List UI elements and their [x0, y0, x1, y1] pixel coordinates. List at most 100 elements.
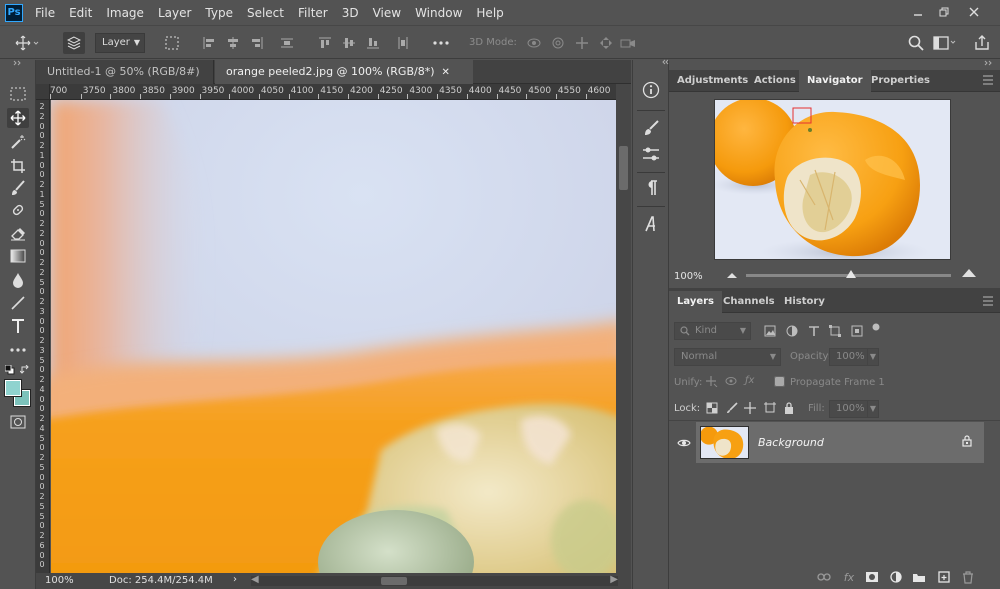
align-right-icon[interactable] [248, 32, 266, 54]
more-options-icon[interactable] [430, 32, 452, 54]
layer-lock-icon[interactable] [962, 435, 972, 447]
tab-orange-peeled2[interactable]: orange peeled2.jpg @ 100% (RGB/8*) ✕ [215, 60, 473, 84]
restore-icon[interactable] [934, 2, 954, 22]
link-layers-icon[interactable] [817, 570, 831, 584]
tab-actions[interactable]: Actions [746, 70, 804, 92]
unify-style-icon[interactable]: ƒx [745, 375, 754, 386]
canvas-vertical-scrollbar[interactable] [616, 84, 631, 573]
horizontal-scroll-thumb[interactable] [381, 577, 407, 585]
menu-layer[interactable]: Layer [158, 6, 191, 20]
filter-shape-layer-icon[interactable] [829, 325, 841, 337]
show-transform-controls-icon[interactable] [162, 32, 182, 54]
expand-panels-icon[interactable] [661, 59, 669, 67]
search-icon[interactable] [906, 32, 926, 54]
unify-position-icon[interactable] [704, 375, 718, 387]
propagate-frame-checkbox[interactable] [774, 376, 785, 387]
distribute-horizontal-icon[interactable] [278, 32, 296, 54]
tab-adjustments[interactable]: Adjustments [669, 70, 756, 92]
filter-toggle-icon[interactable] [871, 322, 881, 332]
edit-toolbar-icon[interactable] [7, 340, 29, 360]
close-tab-icon[interactable]: ✕ [442, 67, 450, 78]
filter-pixel-layer-icon[interactable] [764, 325, 776, 337]
new-adjustment-layer-icon[interactable] [889, 570, 903, 584]
align-left-icon[interactable] [200, 32, 218, 54]
crop-tool-icon[interactable] [7, 156, 29, 176]
lock-transparent-pixels-icon[interactable] [706, 402, 718, 414]
layer-row-background[interactable]: Background [696, 422, 984, 463]
tab-navigator[interactable]: Navigator [799, 70, 871, 92]
menu-file[interactable]: File [35, 6, 55, 20]
vertical-scroll-thumb[interactable] [619, 146, 628, 190]
blend-mode-select[interactable]: Normal ▼ [674, 348, 781, 366]
ruler-origin[interactable] [36, 84, 50, 100]
align-center-icon[interactable] [224, 32, 242, 54]
layer-style-icon[interactable]: fx [842, 570, 856, 584]
filter-adjustment-layer-icon[interactable] [786, 325, 798, 337]
add-layer-mask-icon[interactable] [865, 570, 879, 584]
3d-camera-icon[interactable] [618, 32, 638, 54]
zoom-in-icon[interactable] [961, 268, 977, 278]
menu-edit[interactable]: Edit [69, 6, 92, 20]
glyphs-panel-icon[interactable] [639, 212, 663, 236]
navigator-zoom-slider[interactable] [746, 270, 951, 278]
collapse-toolbar-icon[interactable] [7, 58, 29, 68]
workspace-switcher-icon[interactable] [932, 32, 958, 54]
align-bottom-icon[interactable] [364, 32, 382, 54]
3d-roll-icon[interactable] [548, 32, 568, 54]
filter-smart-object-icon[interactable] [851, 325, 863, 337]
close-window-icon[interactable] [964, 2, 984, 22]
minimize-icon[interactable] [908, 2, 928, 22]
default-colors-icon[interactable] [5, 365, 15, 375]
tab-history[interactable]: History [776, 291, 833, 313]
collapse-dock-icon[interactable] [984, 60, 994, 66]
auto-select-icon[interactable] [63, 32, 85, 54]
navigator-thumbnail[interactable] [714, 99, 951, 260]
menu-window[interactable]: Window [415, 6, 462, 20]
new-layer-icon[interactable] [937, 570, 951, 584]
swap-colors-icon[interactable] [20, 365, 30, 375]
new-group-icon[interactable] [912, 570, 926, 584]
lock-image-pixels-icon[interactable] [726, 402, 738, 414]
navigator-zoom-value[interactable]: 100% [674, 271, 703, 282]
fill-input[interactable]: 100% ▼ [829, 400, 879, 418]
scroll-right-icon[interactable]: ▶ [610, 574, 618, 585]
move-tool-icon[interactable] [7, 108, 29, 128]
opacity-input[interactable]: 100% ▼ [829, 348, 879, 366]
align-top-icon[interactable] [316, 32, 334, 54]
vertical-ruler[interactable]: 2200210021502200225023002350240024502500… [36, 100, 50, 573]
auto-select-target-dropdown[interactable]: Layer ▼ [95, 33, 145, 53]
align-middle-icon[interactable] [340, 32, 358, 54]
panel-menu-icon[interactable] [982, 73, 994, 87]
paragraph-panel-icon[interactable] [639, 176, 663, 200]
brush-tool-icon[interactable] [7, 178, 29, 198]
canvas-horizontal-scrollbar[interactable]: ◀ ▶ [251, 574, 618, 586]
unify-visibility-icon[interactable] [725, 375, 739, 387]
lock-artboard-icon[interactable] [764, 402, 776, 414]
filter-type-layer-icon[interactable] [808, 325, 820, 337]
info-panel-icon[interactable] [639, 78, 663, 102]
blur-tool-icon[interactable] [7, 270, 29, 290]
tab-untitled-1[interactable]: Untitled-1 @ 50% (RGB/8#) *✕ [36, 60, 214, 102]
panel-menu-icon[interactable] [982, 294, 994, 308]
3d-orbit-icon[interactable] [524, 32, 544, 54]
menu-help[interactable]: Help [476, 6, 503, 20]
delete-layer-icon[interactable] [961, 570, 975, 584]
brush-settings-icon[interactable] [639, 116, 663, 140]
move-tool-preset-icon[interactable] [14, 32, 40, 54]
adjustments-panel-icon[interactable] [639, 142, 663, 166]
document-canvas[interactable] [51, 100, 616, 573]
menu-select[interactable]: Select [247, 6, 284, 20]
menu-3d[interactable]: 3D [342, 6, 359, 20]
3d-pan-icon[interactable] [572, 32, 592, 54]
menu-filter[interactable]: Filter [298, 6, 328, 20]
distribute-vertical-icon[interactable] [394, 32, 412, 54]
quick-mask-icon[interactable] [7, 412, 29, 432]
menu-image[interactable]: Image [106, 6, 144, 20]
zoom-level-field[interactable]: 100% [45, 575, 74, 586]
navigator-zoom-slider-handle[interactable] [846, 270, 856, 278]
pen-tool-icon[interactable] [7, 293, 29, 313]
share-icon[interactable] [972, 32, 992, 54]
horizontal-ruler[interactable]: 700 3750 3800 3850 3900 3950 4000 4050 4100 4150 4… [50, 84, 616, 100]
healing-brush-tool-icon[interactable] [7, 200, 29, 220]
magic-wand-tool-icon[interactable] [7, 132, 29, 152]
